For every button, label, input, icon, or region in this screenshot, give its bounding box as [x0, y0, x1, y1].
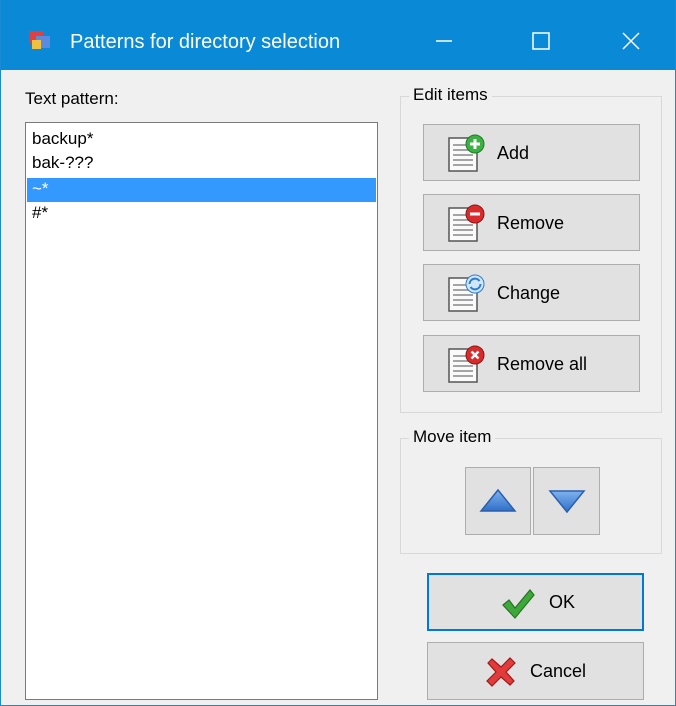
pattern-listbox[interactable]: backup* bak-??? ~* #*: [25, 122, 378, 700]
close-button[interactable]: [606, 18, 656, 64]
close-icon: [622, 32, 640, 50]
title-bar[interactable]: Patterns for directory selection: [1, 0, 675, 70]
checkmark-icon: [502, 589, 535, 619]
change-button[interactable]: Change: [423, 264, 640, 321]
list-item-selected[interactable]: ~*: [27, 178, 376, 202]
maximize-button[interactable]: [516, 18, 566, 64]
cancel-button[interactable]: Cancel: [427, 642, 644, 700]
app-icon: [29, 31, 50, 49]
move-down-button[interactable]: [533, 467, 600, 535]
list-item[interactable]: #*: [27, 202, 376, 226]
move-item-group: Move item: [400, 427, 662, 554]
list-item[interactable]: bak-???: [27, 152, 376, 176]
add-button-label: Add: [497, 143, 530, 163]
edit-items-title: Edit items: [409, 85, 492, 105]
remove-button-label: Remove: [497, 213, 565, 233]
remove-list-icon: [448, 204, 485, 242]
text-pattern-label: Text pattern:: [25, 89, 119, 108]
ok-button-label: OK: [549, 592, 576, 612]
minimize-icon: [436, 40, 452, 42]
add-button[interactable]: Add: [423, 124, 640, 181]
change-button-label: Change: [497, 283, 561, 303]
window-title: Patterns for directory selection: [70, 31, 341, 53]
move-up-button[interactable]: [465, 467, 531, 535]
remove-button[interactable]: Remove: [423, 194, 640, 251]
dialog-window: Patterns for directory selection Text pa…: [0, 0, 676, 706]
arrow-down-icon: [547, 490, 586, 514]
move-item-title: Move item: [409, 427, 496, 447]
remove-all-button[interactable]: Remove all: [423, 335, 640, 392]
cancel-button-label: Cancel: [530, 661, 587, 681]
list-item[interactable]: backup*: [27, 128, 376, 152]
remove-all-list-icon: [448, 345, 485, 383]
arrow-up-icon: [479, 488, 517, 512]
minimize-button[interactable]: [419, 18, 469, 64]
add-list-icon: [448, 134, 485, 172]
cancel-x-icon: [486, 657, 516, 687]
change-list-icon: [448, 274, 485, 312]
maximize-icon: [532, 32, 550, 50]
remove-all-button-label: Remove all: [497, 354, 588, 374]
ok-button[interactable]: OK: [427, 573, 644, 631]
